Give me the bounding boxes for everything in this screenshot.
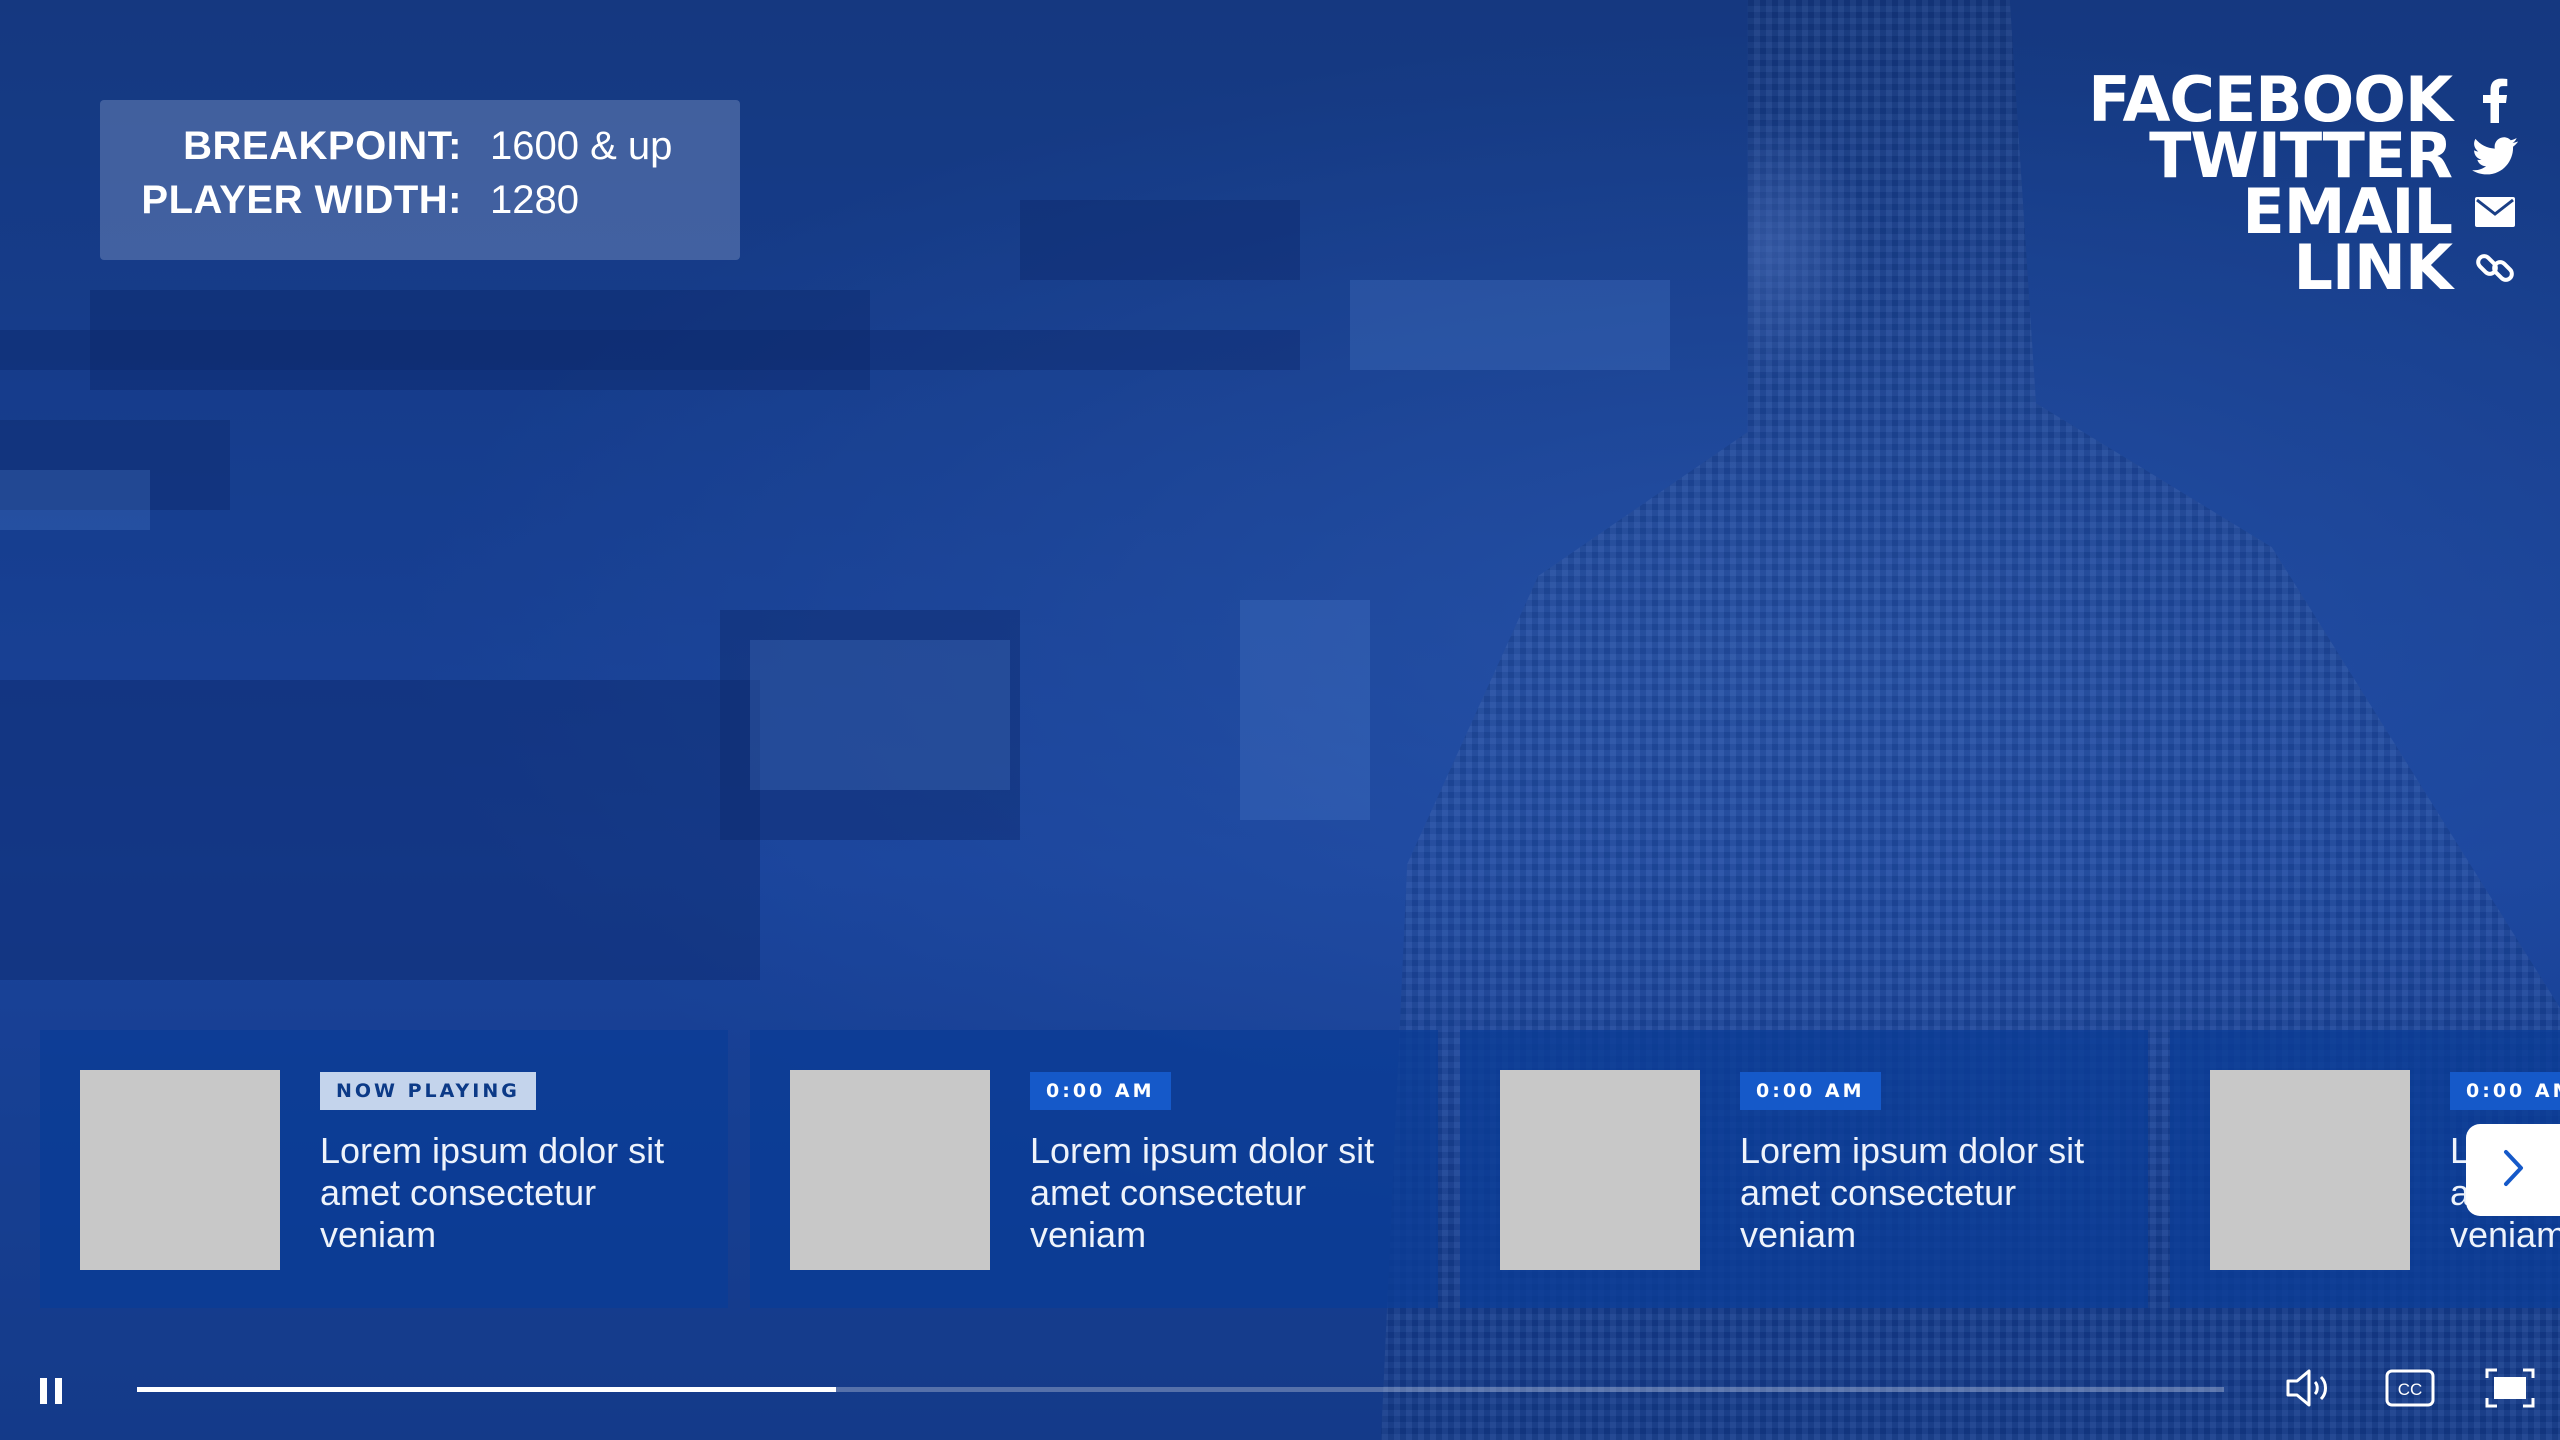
time-badge: 0:00 AM [2450, 1072, 2560, 1110]
breakpoint-row: BREAKPOINT: 1600 & up [100, 124, 740, 178]
playlist-carousel: NOW PLAYING Lorem ipsum dolor sit amet c… [40, 1030, 2560, 1308]
volume-icon [2284, 1369, 2336, 1416]
closed-captions-button[interactable]: CC [2384, 1364, 2436, 1412]
twitter-icon [2470, 131, 2520, 181]
progress-bar[interactable] [137, 1387, 2224, 1392]
share-menu: FACEBOOK TWITTER EMAIL LINK [2088, 69, 2520, 304]
facebook-icon [2470, 75, 2520, 125]
playlist-card[interactable]: NOW PLAYING Lorem ipsum dolor sit amet c… [40, 1030, 728, 1308]
chevron-right-icon [2500, 1148, 2526, 1193]
volume-button[interactable] [2284, 1364, 2336, 1412]
closed-captions-icon: CC [2384, 1369, 2436, 1416]
player-controls: CC [0, 1340, 2560, 1440]
card-thumbnail [80, 1070, 280, 1270]
share-link[interactable]: LINK [2088, 231, 2520, 304]
pause-icon [34, 1378, 68, 1414]
breakpoint-value: 1600 & up [490, 124, 673, 168]
cc-label: CC [2398, 1380, 2423, 1399]
player-width-value: 1280 [490, 178, 579, 222]
card-title: Lorem ipsum dolor sit amet consectetur v… [1740, 1130, 2085, 1255]
pause-button[interactable] [34, 1370, 68, 1410]
email-icon [2470, 187, 2520, 237]
playlist-card[interactable]: 0:00 AM Lorem ipsum dolor sit amet conse… [750, 1030, 1438, 1308]
time-badge: 0:00 AM [1740, 1072, 1881, 1110]
fullscreen-icon [2484, 1368, 2536, 1416]
breakpoint-label: BREAKPOINT: [183, 124, 462, 168]
card-thumbnail [1500, 1070, 1700, 1270]
carousel-next-button[interactable] [2466, 1124, 2560, 1216]
fullscreen-button[interactable] [2484, 1364, 2536, 1412]
progress-fill [137, 1387, 837, 1392]
playlist-card[interactable]: 0:00 AM Lorem ipsum dolor sit amet conse… [1460, 1030, 2148, 1308]
breakpoint-info-box: BREAKPOINT: 1600 & up PLAYER WIDTH: 1280 [100, 100, 740, 260]
card-title: Lorem ipsum dolor sit amet consectetur v… [1030, 1130, 1375, 1255]
link-icon [2470, 243, 2520, 293]
now-playing-badge: NOW PLAYING [320, 1072, 536, 1110]
time-badge: 0:00 AM [1030, 1072, 1171, 1110]
card-title: Lorem ipsum dolor sit amet consectetur v… [320, 1130, 665, 1255]
card-thumbnail [2210, 1070, 2410, 1270]
card-thumbnail [790, 1070, 990, 1270]
share-link-label: LINK [2293, 231, 2453, 304]
player-width-row: PLAYER WIDTH: 1280 [100, 178, 740, 232]
player-width-label: PLAYER WIDTH: [141, 178, 462, 222]
